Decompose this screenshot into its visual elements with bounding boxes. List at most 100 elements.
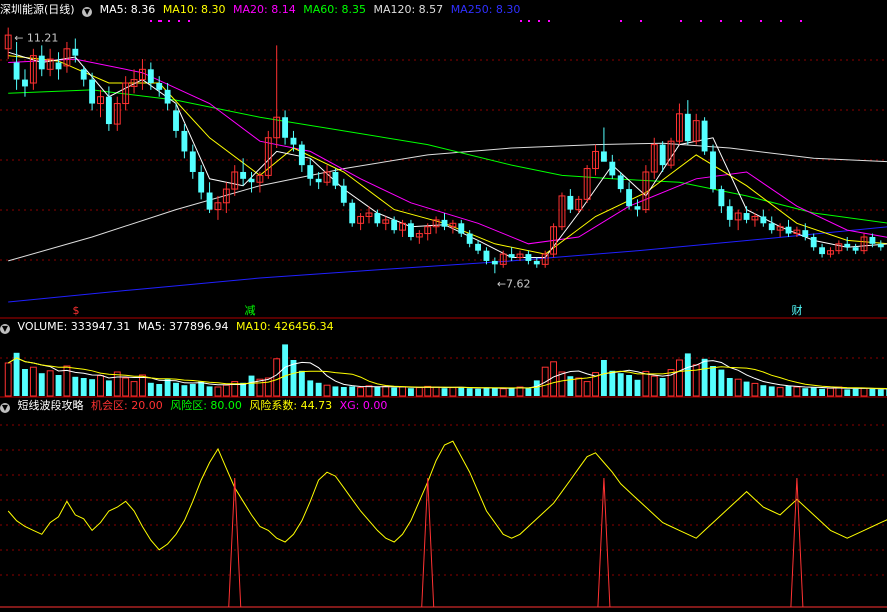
stock-title: 深圳能源(日线) (0, 3, 75, 16)
candle-body (877, 243, 884, 248)
event-dot (158, 20, 160, 22)
volume-bar (710, 366, 716, 396)
candle-body (483, 250, 490, 261)
chart-canvas[interactable]: ← 11.21 ←7.62 $ 减 财 (0, 0, 887, 612)
volume-bar (810, 387, 817, 396)
candle-body (13, 62, 20, 80)
candle-body (164, 89, 171, 104)
candle-body (391, 219, 398, 231)
volume-bar (768, 386, 775, 396)
volume-bar (408, 388, 414, 396)
price-header: 深圳能源(日线) ▼ MA5: 8.36 MA10: 8.30 MA20: 8.… (0, 3, 524, 17)
candle-body (785, 226, 792, 234)
candle-body (441, 219, 448, 227)
volume-bar (382, 385, 390, 397)
event-dot (680, 20, 682, 22)
volume-bar (189, 384, 196, 396)
volume-bar (273, 358, 281, 397)
candle-body (89, 79, 96, 104)
collapse-icon[interactable]: ▼ (0, 324, 10, 334)
candle-body (626, 189, 633, 207)
candle-body (466, 233, 473, 244)
volume-bar (827, 387, 834, 397)
collapse-icon[interactable]: ▼ (0, 403, 10, 413)
volume-bar (282, 344, 289, 396)
candle-body (810, 236, 817, 248)
volume-ma10-line (7, 357, 887, 389)
event-dot (150, 20, 152, 22)
volume-bar (315, 382, 322, 396)
volume-bar (349, 386, 356, 396)
event-dot (178, 20, 180, 22)
event-dot (160, 20, 162, 22)
event-dot (188, 20, 190, 22)
candle-body (173, 110, 179, 131)
event-marker-3: 财 (792, 303, 803, 317)
candle-body (458, 223, 465, 234)
volume-bar (264, 377, 272, 397)
volume-bar (105, 380, 112, 396)
event-dot (800, 20, 802, 22)
candle-body (802, 230, 809, 237)
candle-body (852, 247, 859, 251)
volume-bar (869, 388, 876, 396)
chance-zone-label: 机会区: 20.00 (91, 399, 163, 412)
volume-bar (550, 361, 558, 397)
candle-body (38, 55, 45, 70)
volume-bar (483, 387, 490, 396)
volume-bar (718, 369, 725, 396)
volume-bar (173, 382, 179, 396)
volume-bar (675, 359, 683, 397)
candle-body (718, 189, 725, 207)
volume-bar (650, 375, 658, 397)
candle-body (206, 192, 213, 210)
candle-body (659, 144, 666, 166)
candle-body (609, 161, 616, 176)
volume-bar (449, 387, 457, 397)
indicator-title: 短线波段攻略 (17, 399, 84, 412)
candle-body (240, 171, 247, 179)
candle-body (508, 254, 515, 258)
event-dot (720, 20, 722, 22)
candle-body (105, 96, 112, 125)
volume-bar (844, 389, 851, 396)
volume-bar (222, 384, 230, 397)
volume-bar (475, 388, 481, 396)
volume-bar (46, 370, 54, 397)
volume-bar (365, 385, 373, 397)
volume-bar (181, 385, 188, 396)
candle-body (189, 151, 196, 172)
ma20-label: MA20: 8.14 (233, 3, 296, 16)
event-dot (548, 20, 550, 22)
candle-body (156, 83, 163, 90)
collapse-icon[interactable]: ▼ (82, 7, 93, 17)
event-marker-2: 减 (245, 304, 256, 317)
candle-body (701, 120, 708, 152)
candle-body (72, 48, 79, 56)
volume-bar (441, 388, 448, 396)
indicator-header: ▼ 短线波段攻略 机会区: 20.00 风险区: 80.00 风险系数: 44.… (0, 399, 391, 413)
ma60-label: MA60: 8.35 (303, 3, 366, 16)
low-price-label: ←7.62 (497, 277, 531, 290)
volume-bar (432, 386, 440, 397)
candle-body (22, 79, 28, 87)
candle-body (533, 260, 540, 265)
candle-body (869, 236, 876, 244)
volume-bar (248, 375, 255, 396)
xg-label: XG: 0.00 (339, 399, 388, 412)
event-dot (168, 20, 170, 22)
candle-body (710, 151, 716, 190)
ma250-label: MA250: 8.30 (450, 3, 521, 16)
candle-body (617, 175, 624, 190)
volume-ma5-line (7, 357, 887, 390)
candle-body (340, 185, 347, 203)
volume-bar (743, 381, 750, 396)
volume-bar (508, 387, 515, 396)
candle-body (743, 213, 750, 220)
candle-body (525, 254, 532, 261)
candle-body (684, 113, 691, 142)
volume-bar (415, 387, 423, 397)
volume-bar (726, 378, 733, 396)
volume-bar (499, 388, 507, 397)
event-marker-1: $ (73, 304, 80, 317)
